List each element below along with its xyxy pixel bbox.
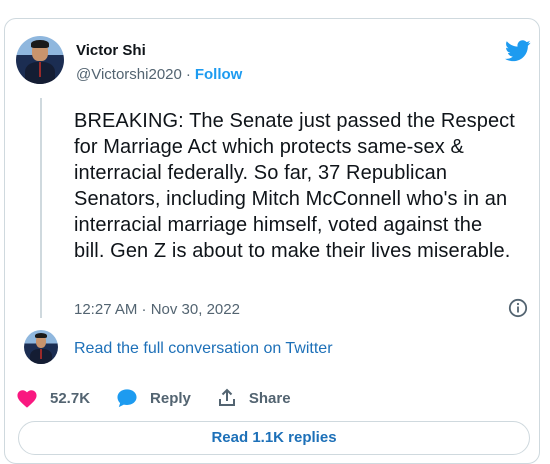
- likes-count: 52.7K: [50, 389, 91, 407]
- read-conversation-link[interactable]: Read the full conversation on Twitter: [74, 340, 333, 358]
- share-label: Share: [248, 389, 291, 407]
- reply-label: Reply: [150, 389, 191, 407]
- share-button[interactable]: Share: [217, 388, 291, 408]
- tweet-text: BREAKING: The Senate just passed the Res…: [74, 110, 515, 262]
- like-button[interactable]: 52.7K: [16, 388, 90, 408]
- twitter-bird-icon[interactable]: [505, 40, 531, 62]
- follow-button[interactable]: Follow: [195, 66, 243, 83]
- thread-line: [40, 98, 42, 318]
- share-icon: [218, 388, 235, 406]
- author-name[interactable]: Victor Shi: [76, 42, 146, 59]
- reply-button[interactable]: Reply: [116, 388, 191, 408]
- heart-icon: [17, 390, 37, 408]
- author-handle-row: @Victorshi2020 · Follow: [76, 66, 242, 83]
- separator-dot: ·: [185, 66, 191, 83]
- reply-bubble-icon: [117, 389, 137, 408]
- tweet-timestamp[interactable]: 12:27 AM · Nov 30, 2022: [74, 301, 240, 318]
- read-replies-button[interactable]: Read 1.1K replies: [18, 421, 530, 455]
- author-handle[interactable]: @Victorshi2020: [76, 66, 182, 83]
- author-avatar[interactable]: [16, 36, 64, 84]
- tweet-actions: 52.7K Reply Share: [16, 386, 317, 410]
- info-icon[interactable]: [508, 298, 528, 318]
- conversation-avatar[interactable]: [24, 330, 58, 364]
